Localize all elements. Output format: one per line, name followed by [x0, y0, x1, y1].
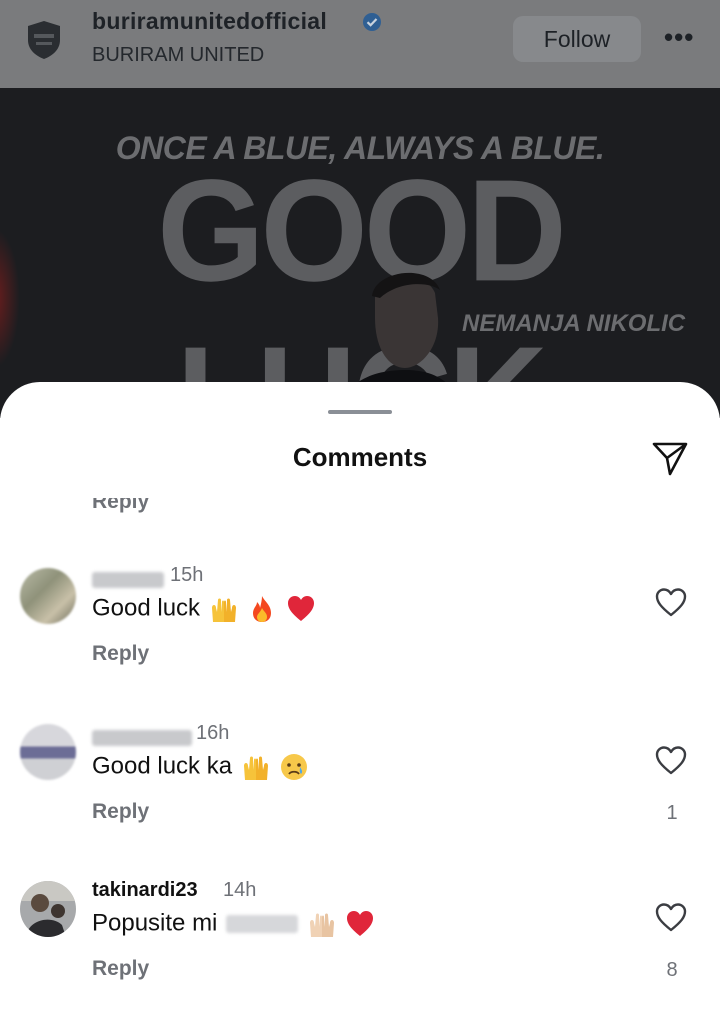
raising-hands-icon	[309, 913, 334, 937]
send-icon[interactable]	[650, 438, 690, 478]
reply-button[interactable]: Reply	[92, 800, 149, 824]
blurred-username	[92, 730, 192, 746]
comment-body: Good luck ka	[92, 752, 233, 780]
avatar[interactable]	[20, 724, 76, 780]
like-count: 8	[666, 959, 678, 981]
like-icon[interactable]	[654, 901, 688, 933]
comment-text: Popusite mi	[92, 909, 375, 939]
raising-hands-icon	[243, 756, 268, 780]
post-header: buriramunitedofficial BURIRAM UNITED Fol…	[0, 0, 720, 88]
club-logo-icon[interactable]	[26, 20, 62, 60]
like-icon[interactable]	[654, 586, 688, 618]
crying-face-icon	[281, 754, 308, 780]
drag-handle[interactable]	[328, 410, 392, 414]
comment-item: takinardi23 14h Popusite mi Reply 8	[0, 879, 720, 1009]
fire-icon	[253, 596, 272, 622]
comment-item: 16h Good luck ka Reply 1	[0, 722, 720, 852]
raising-hands-icon	[211, 598, 236, 622]
red-heart-icon	[288, 596, 315, 621]
player-name: NEMANJA NIKOLIC	[462, 310, 686, 337]
comment-body: Popusite mi	[92, 909, 218, 937]
blurred-username	[92, 572, 164, 588]
comment-author[interactable]: takinardi23	[92, 879, 198, 902]
comment-time: 15h	[170, 564, 204, 586]
verified-badge-icon	[363, 13, 381, 31]
reply-button[interactable]: Reply	[92, 957, 149, 981]
avatar[interactable]	[20, 568, 76, 624]
post-image[interactable]: ONCE A BLUE, ALWAYS A BLUE. GOOD LUCK NE…	[0, 88, 720, 418]
reply-button[interactable]: Reply	[92, 498, 149, 514]
comment-body: Good luck	[92, 594, 201, 622]
red-heart-icon	[347, 911, 374, 936]
account-subtitle: BURIRAM UNITED	[92, 44, 265, 66]
follow-button[interactable]: Follow	[513, 16, 641, 62]
avatar[interactable]	[20, 881, 76, 937]
sheet-title: Comments	[292, 442, 428, 472]
reply-button[interactable]: Reply	[92, 642, 149, 666]
more-options-icon[interactable]: •••	[664, 22, 694, 53]
account-username[interactable]: buriramunitedofficial	[92, 8, 327, 35]
comment-time: 14h	[223, 879, 257, 901]
comment-time: 16h	[196, 722, 230, 744]
like-icon[interactable]	[654, 744, 688, 776]
redacted-text	[226, 915, 299, 933]
like-count: 1	[666, 802, 678, 824]
comment-item: 15h Good luck Reply	[0, 564, 720, 694]
comments-sheet: Comments Reply 15h Good luck Reply 16h G…	[0, 382, 720, 1014]
comment-text: Good luck ka	[92, 752, 309, 782]
comment-text: Good luck	[92, 594, 316, 624]
